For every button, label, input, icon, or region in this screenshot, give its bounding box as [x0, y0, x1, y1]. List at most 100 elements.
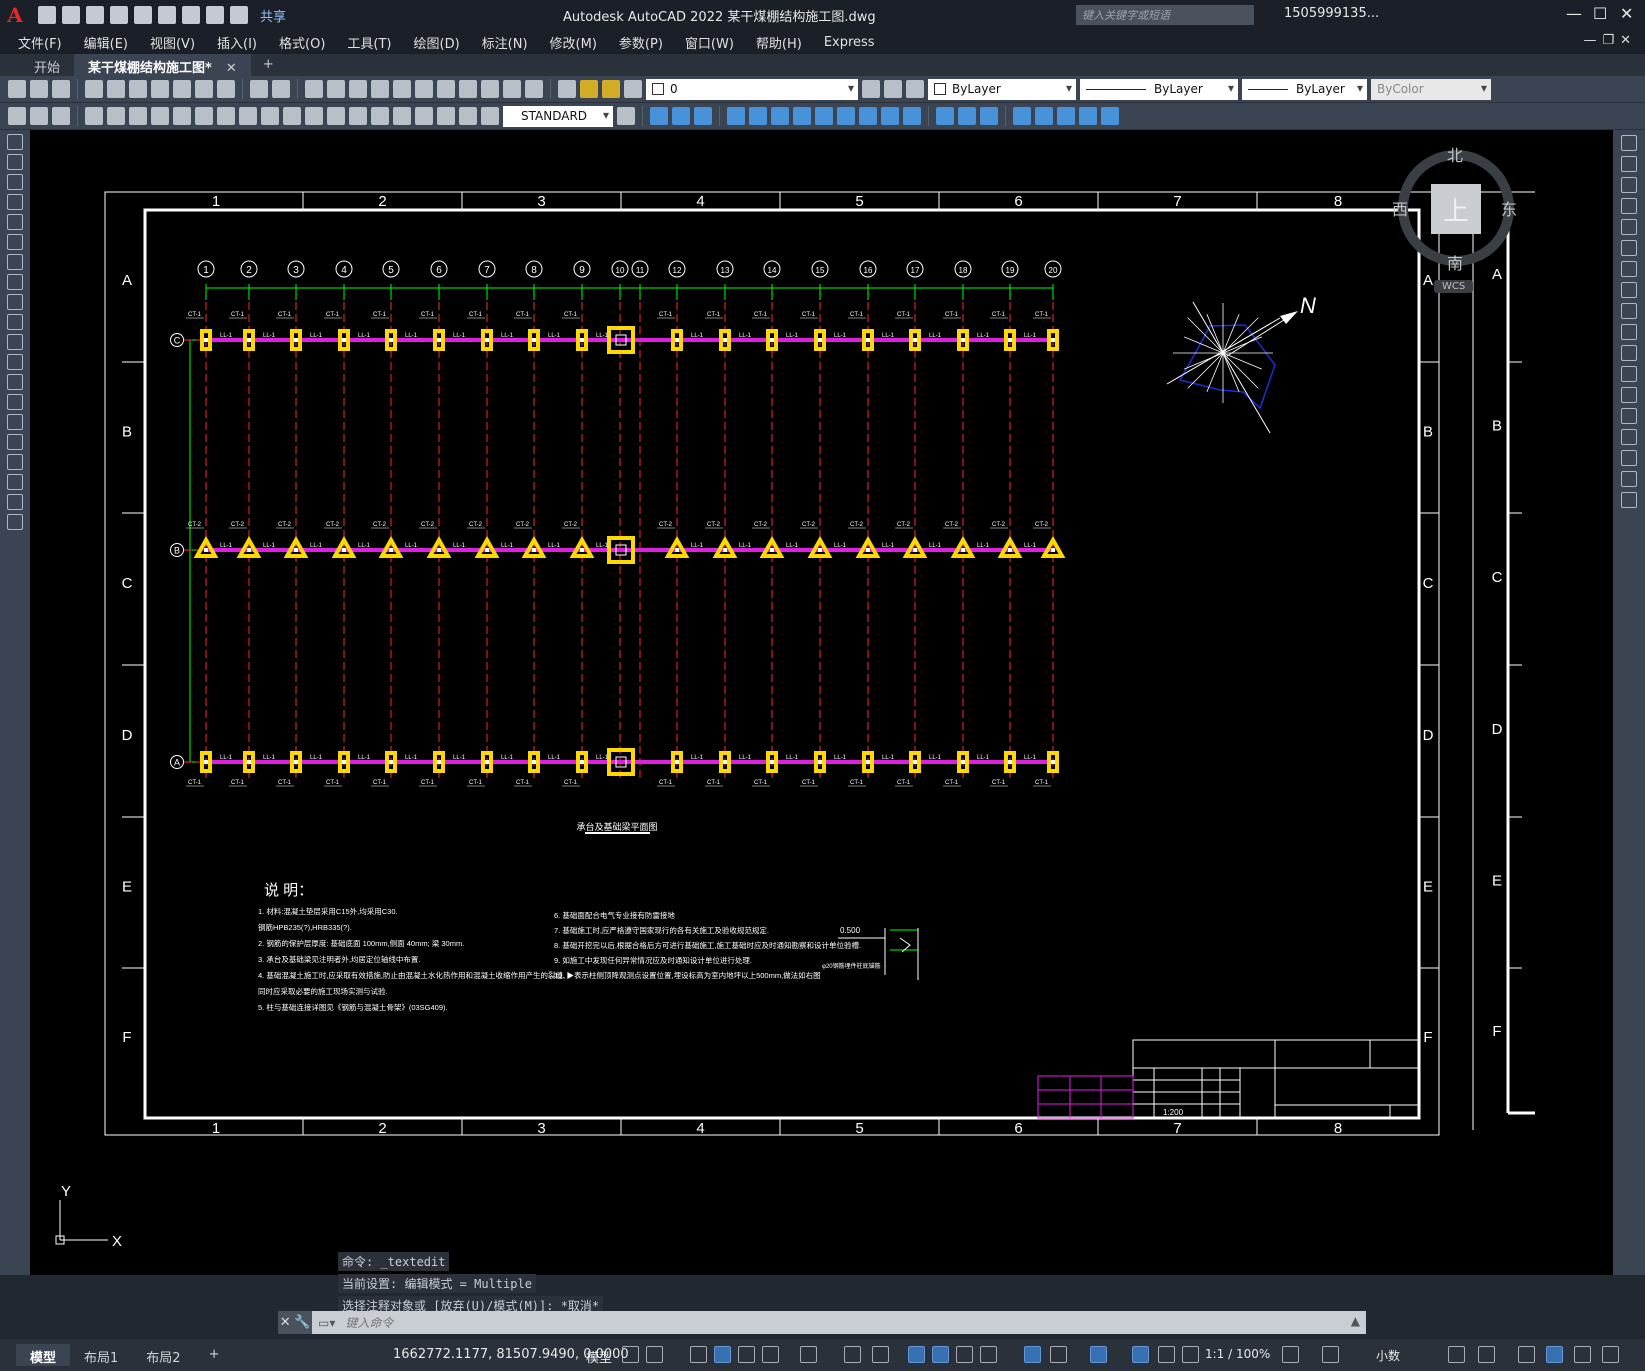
transparency-icon[interactable]	[932, 1346, 949, 1363]
menu-help[interactable]: 帮助(H)	[756, 33, 802, 52]
menu-tools[interactable]: 工具(T)	[347, 33, 391, 52]
break-point-icon[interactable]	[1621, 366, 1637, 382]
arc-icon[interactable]	[7, 234, 23, 250]
chamfer-icon[interactable]	[1621, 429, 1637, 445]
move-icon[interactable]	[1621, 240, 1637, 256]
command-history-toggle-icon[interactable]: ▲	[1351, 1314, 1360, 1328]
cut-icon[interactable]	[151, 80, 169, 98]
menu-format[interactable]: 格式(O)	[279, 33, 325, 52]
close-icon[interactable]: ✕	[1620, 4, 1633, 23]
dim-update-icon[interactable]	[481, 107, 499, 125]
diameter-dim-icon[interactable]	[217, 107, 235, 125]
zoom-previous-icon[interactable]	[371, 80, 389, 98]
layer-freeze-icon[interactable]	[602, 80, 620, 98]
save-icon[interactable]	[52, 80, 70, 98]
ucs-zaxis-icon[interactable]	[881, 107, 899, 125]
erase-icon[interactable]	[1621, 135, 1637, 151]
draw-order-icon[interactable]	[8, 107, 26, 125]
plotstyle-dropdown[interactable]: ByColor	[1371, 78, 1491, 100]
maximize-icon[interactable]: ☐	[1593, 4, 1607, 23]
construction-line-icon[interactable]	[7, 154, 23, 170]
region-icon[interactable]	[7, 454, 23, 470]
layer-on-icon[interactable]	[580, 80, 598, 98]
selection-filter-icon[interactable]	[1050, 1346, 1067, 1363]
copy-icon[interactable]	[173, 80, 191, 98]
offset-icon[interactable]	[1621, 198, 1637, 214]
menu-draw[interactable]: 绘图(D)	[414, 33, 460, 52]
polar-icon[interactable]	[762, 1346, 779, 1363]
tab-layout1[interactable]: 布局1	[70, 1344, 132, 1366]
rectangle-icon[interactable]	[7, 214, 23, 230]
jogged-dim-icon[interactable]	[195, 107, 213, 125]
ucs-origin-icon[interactable]	[859, 107, 877, 125]
fillet-icon[interactable]	[1621, 450, 1637, 466]
explode-icon[interactable]	[1621, 492, 1637, 508]
plot-icon[interactable]	[182, 6, 200, 24]
menu-dimension[interactable]: 标注(N)	[482, 33, 528, 52]
break-icon[interactable]	[1621, 387, 1637, 403]
dim-style-icon[interactable]	[617, 107, 635, 125]
command-prompt-icon[interactable]: ▭▾	[318, 1316, 335, 1330]
viewcube-south[interactable]: 南	[1447, 250, 1463, 274]
tab-model[interactable]: 模型	[16, 1344, 71, 1366]
object-snap-icon[interactable]	[872, 1346, 889, 1363]
undo-icon[interactable]	[206, 6, 224, 24]
3d-osnap-icon[interactable]	[980, 1346, 997, 1363]
arc-length-icon[interactable]	[129, 107, 147, 125]
tab-drawing[interactable]: 某干煤棚结构施工图* ✕	[74, 54, 251, 76]
open-icon[interactable]	[30, 80, 48, 98]
hatch-icon[interactable]	[7, 414, 23, 430]
paste-icon[interactable]	[195, 80, 213, 98]
new-file-icon[interactable]	[38, 6, 56, 24]
view-front-icon[interactable]	[672, 107, 690, 125]
polygon-icon[interactable]	[7, 194, 23, 210]
bring-front-icon[interactable]	[30, 107, 48, 125]
dim-break-icon[interactable]	[349, 107, 367, 125]
center-mark-icon[interactable]	[393, 107, 411, 125]
calculator-icon[interactable]	[503, 80, 521, 98]
ucs-face-icon[interactable]	[793, 107, 811, 125]
selection-cycling-icon[interactable]	[956, 1346, 973, 1363]
snap-icon[interactable]	[646, 1346, 663, 1363]
publish-icon[interactable]	[129, 80, 147, 98]
continue-dim-icon[interactable]	[305, 107, 323, 125]
search-input[interactable]: 键入关键字或短语	[1076, 5, 1254, 25]
qnew-icon[interactable]	[8, 80, 26, 98]
open-file-icon[interactable]	[62, 6, 80, 24]
table-icon[interactable]	[7, 474, 23, 490]
gradient-icon[interactable]	[7, 434, 23, 450]
save-as-icon[interactable]	[110, 6, 128, 24]
customization-icon[interactable]	[1602, 1346, 1619, 1363]
zoom-window-icon[interactable]	[349, 80, 367, 98]
hardware-acceleration-icon[interactable]	[1546, 1346, 1563, 1363]
radius-dim-icon[interactable]	[173, 107, 191, 125]
minimize-icon[interactable]: —	[1566, 4, 1582, 23]
box-icon[interactable]	[1013, 107, 1031, 125]
ucs-previous-icon[interactable]	[771, 107, 789, 125]
scale-icon[interactable]	[1621, 282, 1637, 298]
make-block-icon[interactable]	[7, 374, 23, 390]
tab-start[interactable]: 开始	[0, 54, 74, 76]
preview-icon[interactable]	[107, 80, 125, 98]
color-dropdown[interactable]: ByLayer	[928, 78, 1076, 100]
auto-scale-icon[interactable]	[1158, 1346, 1175, 1363]
join-icon[interactable]	[1621, 408, 1637, 424]
ucs-object-icon[interactable]	[815, 107, 833, 125]
new-tab-button[interactable]: +	[251, 54, 288, 76]
isolate-objects-icon[interactable]	[1518, 1346, 1535, 1363]
add-layout-button[interactable]: +	[195, 1344, 234, 1366]
tab-layout2[interactable]: 布局2	[132, 1344, 194, 1366]
menu-insert[interactable]: 插入(I)	[217, 33, 257, 52]
help-icon[interactable]	[525, 80, 543, 98]
viewcube-top-face[interactable]: 上	[1431, 184, 1481, 234]
markup-icon[interactable]	[481, 80, 499, 98]
visual-style-hidden-icon[interactable]	[958, 107, 976, 125]
redo-icon[interactable]	[230, 6, 248, 24]
dim-edit-icon[interactable]	[437, 107, 455, 125]
polyline-icon[interactable]	[7, 174, 23, 190]
units-dropdown[interactable]: 小数	[1376, 1347, 1400, 1364]
close-tab-icon[interactable]: ✕	[226, 61, 237, 76]
add-selected-icon[interactable]	[7, 514, 23, 530]
revision-cloud-icon[interactable]	[7, 274, 23, 290]
menu-parametric[interactable]: 参数(P)	[619, 33, 663, 52]
